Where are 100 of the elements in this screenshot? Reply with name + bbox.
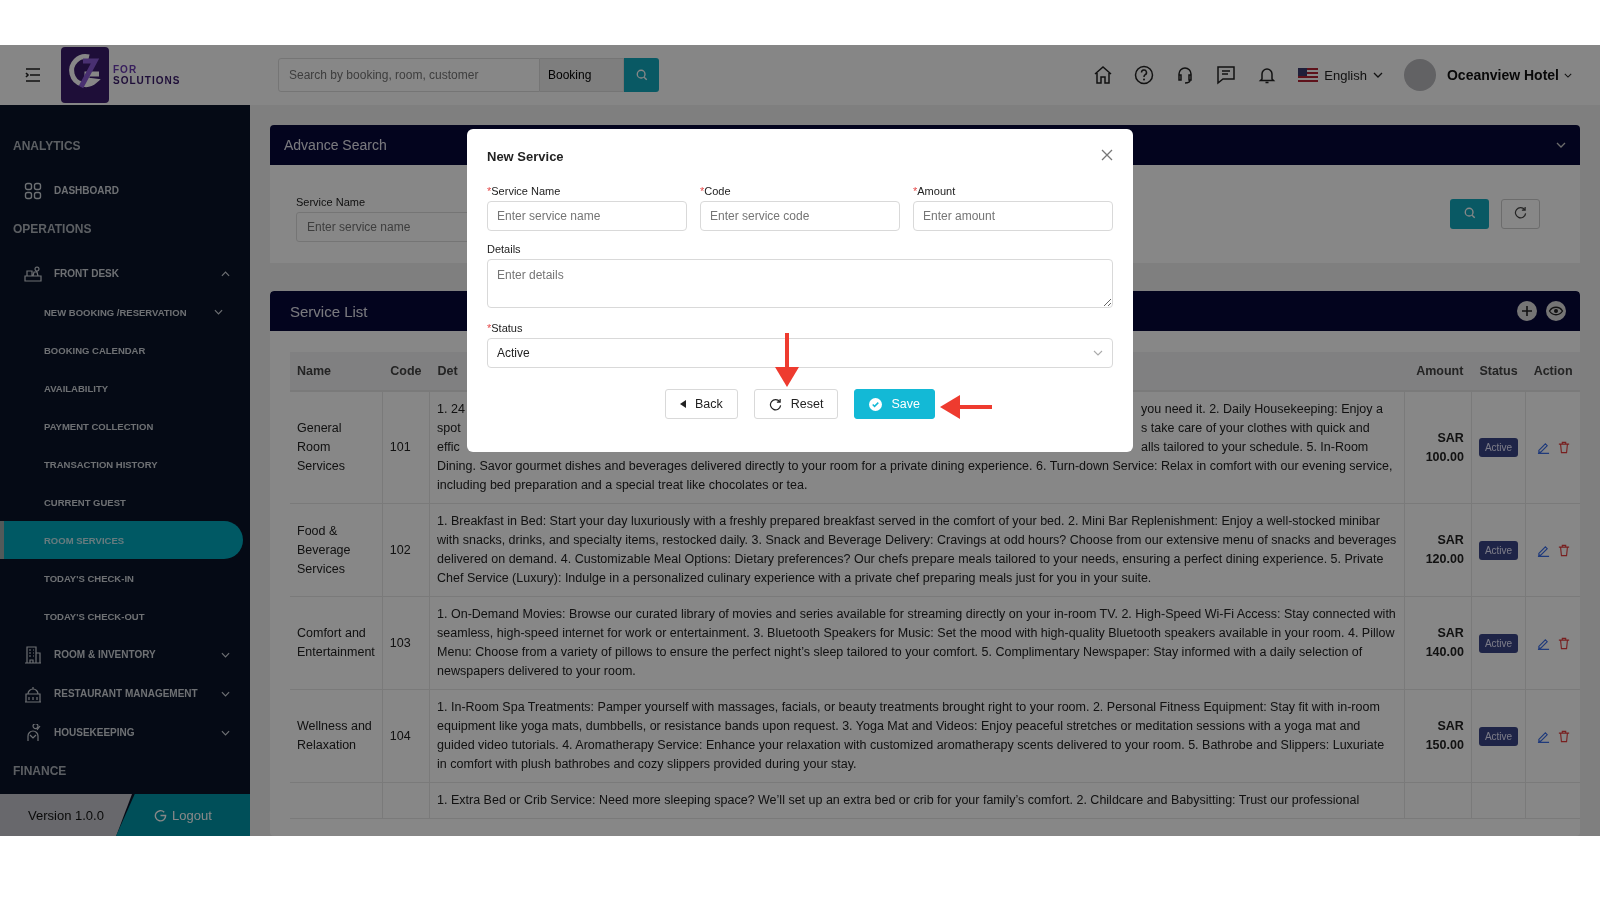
section-heading: OPERATIONS (12, 221, 93, 238)
reset-button[interactable]: Reset (753, 389, 839, 419)
logo[interactable]: FOR SOLUTIONS (61, 47, 271, 103)
field-label: Service Name (491, 185, 561, 197)
column-header: Code (382, 352, 430, 391)
table-cell: 103 (389, 635, 411, 650)
table-cell-text: spot (437, 420, 462, 437)
status-select[interactable]: Active (487, 338, 1113, 368)
table-cell: 1. In-Room Spa Treatments: Pamper yourself with massages, facials, or beauty treatments brought right to your room. 2. Personal Fitness Equipment: Stay fit with in-room equipment like yoga mats, dumbbells, or resistance bands upon request. 3. Yoga Mat and Videos: Enjoy peaceful stretches or meditation sessions with a yoga mat and guided video tutorials. 4. Aromatherapy Service: Enhance your relaxation with customized aromatherapy scents delivered to your room. 5. Bathrobe and Slippers: Luxuriate in comfort with plush bathrobes and cozy slippers provided during your stay. (437, 700, 1385, 771)
sidebar-item[interactable]: HOUSEKEEPING (0, 713, 250, 752)
save-button[interactable]: Save (854, 389, 935, 419)
bell-icon[interactable] (1257, 65, 1278, 85)
search-field[interactable]: Search by booking, room, customer (278, 58, 540, 92)
menu-icon[interactable] (25, 68, 41, 82)
edit-icon[interactable] (1536, 729, 1550, 743)
table-cell-text: SAR 150.00 (1424, 718, 1464, 754)
eye-icon[interactable] (1546, 301, 1566, 321)
sidebar-subitem[interactable]: BOOKING CALENDAR (0, 331, 243, 369)
field-label: Service Name (296, 196, 367, 208)
column-header: Action (1525, 352, 1580, 391)
delete-icon[interactable] (1557, 636, 1570, 650)
check-icon (869, 397, 883, 411)
section-heading: FINANCE (12, 763, 68, 780)
field-label: Status (491, 322, 523, 334)
table-cell-text: SAR 120.00 (1424, 532, 1464, 568)
home-icon[interactable] (1093, 65, 1114, 85)
caret-icon (680, 400, 686, 408)
delete-icon[interactable] (1557, 729, 1570, 743)
sidebar-subitem[interactable]: CURRENT GUEST (0, 483, 243, 521)
panel-title: Service List (289, 302, 368, 320)
table-cell: 102 (389, 542, 411, 557)
status-badge: Active (1478, 540, 1519, 560)
table-cell: 104 (389, 728, 411, 743)
annotation-arrow (774, 333, 800, 389)
restaurant-icon (24, 684, 42, 703)
sidebar-item[interactable]: ROOM & INVENTORY (0, 635, 250, 674)
reset-button[interactable] (1501, 199, 1540, 229)
edit-icon[interactable] (1536, 636, 1550, 650)
details-field[interactable]: Enter details (487, 259, 1113, 308)
delete-icon[interactable] (1557, 543, 1570, 557)
sidebar-subitem[interactable]: TODAY'S CHECK-IN (0, 559, 243, 597)
edit-icon[interactable] (1536, 441, 1550, 454)
table-cell: Comfort and Entertainment (297, 626, 375, 659)
chevron-icon (214, 309, 223, 315)
table-cell: 1. Breakfast in Bed: Start your day luxuriously with a freshly prepared breakfast served in the comfort of your bed. 2. Mini Bar Replenishment: Enjoy a well-stocked minibar with snacks, drinks, and specialty items, restocked daily. 3. Snack and Beverage Delivery: Cravings at odd hours? Choose from our extensive menu of snacks and beverages delivered on demand. 4. Customizable Meal Options: Dietary preferences? Our chefs prepare meals tailored to your needs, ensuring a perfect dining experience. 5. Private Chef Service (Luxury): Indulge in a personalized culinary experience with a private chef preparing meals just for you in your suite. (437, 514, 1397, 585)
sidebar-subitem[interactable]: TODAY'S CHECK-OUT (0, 597, 243, 635)
search-button[interactable] (624, 58, 659, 92)
chevron-icon (221, 690, 230, 697)
panel-title: Advance Search (284, 137, 387, 153)
delete-icon[interactable] (1557, 441, 1570, 454)
search-icon (635, 69, 648, 81)
section-heading: ANALYTICS (12, 138, 82, 155)
search-button[interactable] (1450, 199, 1489, 229)
table-cell-text: s take care of your clothes with quick and (1141, 420, 1371, 437)
chevron-icon (1372, 72, 1383, 78)
table-cell-text: SAR 100.00 (1424, 429, 1464, 466)
reset-icon (768, 397, 782, 411)
avatar[interactable] (1403, 59, 1436, 91)
back-button[interactable]: Back (665, 389, 738, 419)
reset-icon (1514, 206, 1527, 219)
user-menu[interactable]: Oceanview Hotel (1446, 67, 1572, 83)
search-icon (1463, 206, 1476, 219)
sidebar-item[interactable]: FRONT DESK (0, 254, 250, 293)
sidebar-subitem[interactable]: PAYMENT COLLECTION (0, 407, 243, 445)
column-header: Name (290, 352, 383, 391)
logout-button[interactable]: Logout (116, 794, 250, 836)
table-cell: 1. On-Demand Movies: Browse our curated library of movies and series available for streaming directly on your in-room TV. 2. High-Speed Wi-Fi Access: Stay connected with seamless, high-speed internet for work or entertainment. 3. Bluetooth Speakers for Music: Set the mood with high-quality Bluetooth speakers available in your room. 4. Pillow Menu: Choose from a variety of pillows to ensure the perfect night’s sleep tailored to your comfort. 5. Complimentary Newspaper: Stay informed with a daily selection of newspapers delivered to your room. (437, 607, 1396, 678)
field-label: Details (487, 243, 521, 255)
sidebar-item[interactable]: DASHBOARD (0, 171, 250, 210)
annotation-arrow (938, 394, 992, 420)
field-label: Code (704, 185, 731, 197)
status-badge: Active (1478, 726, 1519, 746)
sidebar-item[interactable]: RESTAURANT MANAGEMENT (0, 674, 250, 713)
logo-text: FOR (113, 64, 139, 75)
grid-icon (24, 181, 42, 200)
sidebar-subitem[interactable]: AVAILABILITY (0, 369, 243, 407)
message-icon[interactable] (1216, 65, 1237, 85)
language-select[interactable]: English (1298, 67, 1383, 83)
logout-icon (154, 808, 168, 822)
close-icon[interactable] (1101, 149, 1113, 161)
sidebar-subitem[interactable]: TRANSACTION HISTORY (0, 445, 243, 483)
sidebar-subitem[interactable]: NEW BOOKING /RESERVATION (0, 293, 243, 331)
input-field[interactable]: Enter service code (700, 201, 900, 231)
input-field[interactable]: Enter amount (913, 201, 1113, 231)
logo-text: SOLUTIONS (113, 75, 181, 86)
required-mark: * (487, 322, 492, 334)
chevron-icon (221, 729, 230, 736)
search-scope-select[interactable]: Booking (540, 58, 624, 92)
help-icon[interactable] (1134, 65, 1155, 85)
chevron-icon (221, 270, 230, 277)
version-label: Version 1.0.0 (0, 794, 132, 836)
input-field[interactable]: Enter service name (487, 201, 687, 231)
chevron-icon (1093, 350, 1103, 356)
add-icon[interactable] (1517, 301, 1537, 321)
chevron-icon[interactable] (1556, 142, 1566, 148)
edit-icon[interactable] (1536, 543, 1550, 557)
column-header: Status (1471, 352, 1526, 391)
table-cell-text: effic (437, 439, 461, 456)
chevron-icon (221, 651, 230, 658)
table-cell: Wellness and Relaxation (297, 719, 372, 752)
